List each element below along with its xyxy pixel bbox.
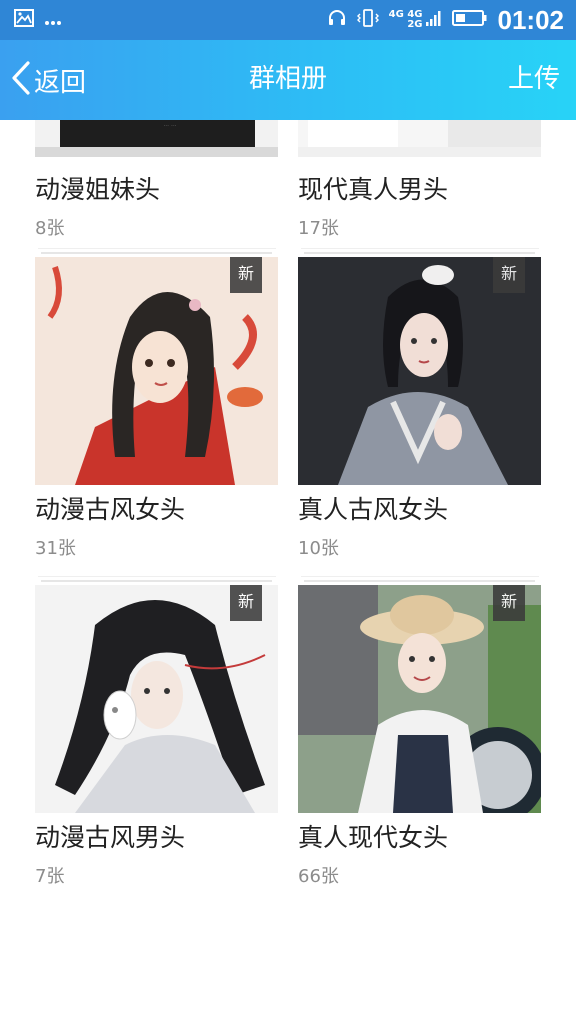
svg-text:··· ···: ··· ···: [163, 123, 176, 130]
album-grid: ··· ··· 动漫姐妹头 8张 现代真人男头 17张 新 动漫古风女头 31张…: [0, 120, 576, 1024]
new-badge: 新: [493, 585, 525, 621]
clock: 01:02: [497, 4, 565, 35]
more-icon: [44, 11, 62, 30]
album-cover: 新: [35, 257, 278, 485]
new-badge: 新: [493, 257, 525, 293]
new-badge: 新: [230, 585, 262, 621]
upload-button[interactable]: 上传: [508, 58, 560, 95]
headset-icon: [327, 9, 347, 31]
stack-edge: [301, 248, 539, 249]
album-cover: 新: [298, 257, 541, 485]
album-title: 动漫姐妹头: [35, 175, 161, 204]
stack-edge: [41, 252, 272, 254]
network-bottom-label: 2G: [407, 19, 423, 30]
status-bar: 4G 4G 2G 01:02: [0, 0, 576, 40]
album-title: 动漫古风男头: [35, 823, 186, 852]
stack-edge: [38, 248, 276, 249]
album-count: 8张: [35, 218, 65, 239]
stack-edge: [301, 576, 539, 577]
stack-edge: [41, 580, 272, 582]
nav-bar: 返回 群相册 上传: [0, 40, 576, 120]
vibrate-icon: [356, 8, 379, 32]
image-icon: [14, 9, 34, 31]
album-title: 真人古风女头: [298, 495, 449, 524]
page-title: 群相册: [248, 64, 327, 94]
album-cover: ··· ···: [35, 120, 278, 157]
battery-icon: [451, 9, 488, 31]
stack-edge: [38, 576, 276, 577]
album-cover: [298, 120, 541, 157]
album-title: 动漫古风女头: [35, 495, 186, 524]
album-count: 10张: [298, 538, 339, 559]
new-badge: 新: [230, 257, 262, 293]
album-cover: 新: [298, 585, 541, 813]
stack-edge: [304, 580, 535, 582]
album-cover: 新: [35, 585, 278, 813]
album-title: 现代真人男头: [298, 175, 449, 204]
album-title: 真人现代女头: [298, 823, 449, 852]
album-count: 17张: [298, 218, 339, 239]
signal-icon: [425, 9, 442, 31]
album-count: 7张: [35, 866, 65, 887]
network-indicator: 4G 4G 2G: [389, 9, 442, 31]
stack-edge: [304, 252, 535, 254]
album-count: 31张: [35, 538, 76, 559]
album-count: 66张: [298, 866, 339, 887]
